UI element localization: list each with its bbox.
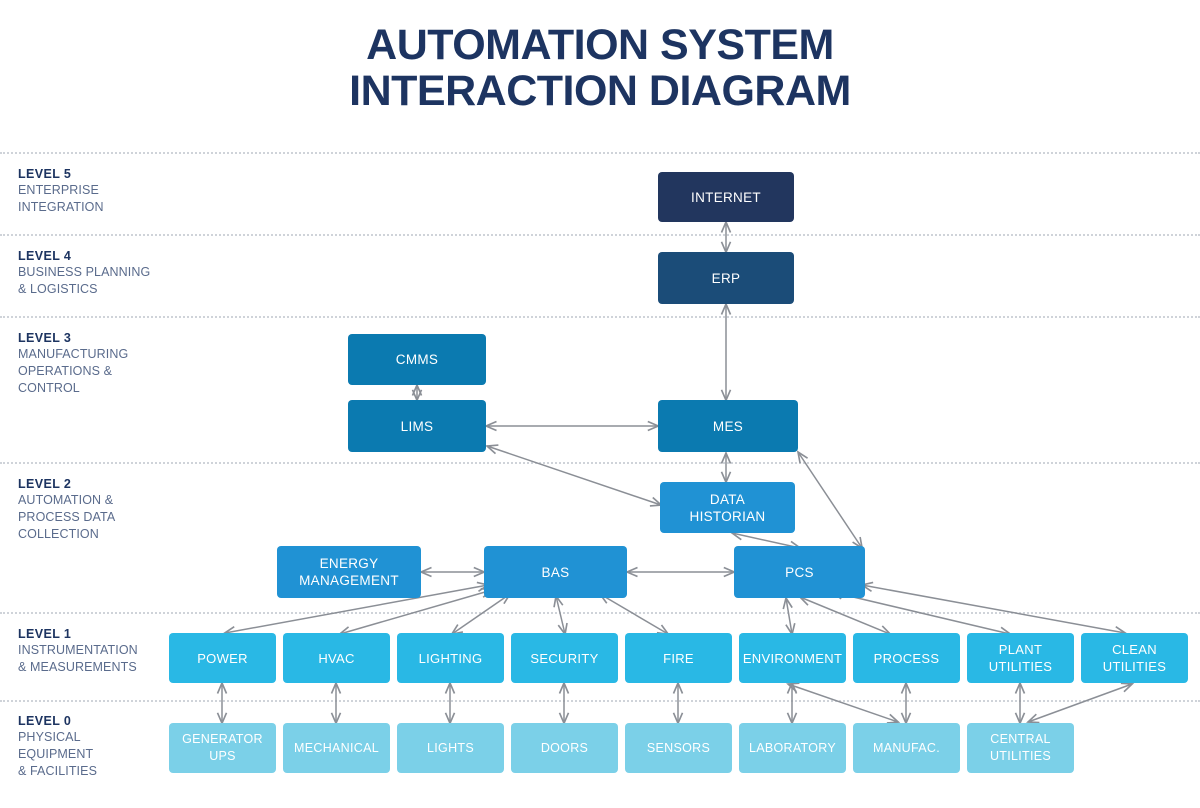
node-data-historian-label-line1: DATA — [709, 491, 746, 507]
node-generator-ups[interactable]: GENERATOR UPS — [169, 723, 276, 773]
level-4-desc-line1: BUSINESS PLANNING — [18, 265, 151, 279]
diagram-canvas: AUTOMATION SYSTEM INTERACTION DIAGRAM LE… — [0, 0, 1200, 808]
node-mechanical[interactable]: MECHANICAL — [283, 723, 390, 773]
node-energy-management-label-line1: ENERGY — [319, 556, 379, 571]
level-1-desc-line2: & MEASUREMENTS — [18, 660, 137, 674]
node-bas-label: BAS — [541, 564, 570, 580]
node-lims-label: LIMS — [400, 418, 434, 434]
level-label-5: LEVEL 5 ENTERPRISE INTEGRATION — [18, 166, 178, 216]
node-pcs-label: PCS — [785, 564, 814, 580]
node-doors-label: DOORS — [540, 740, 589, 755]
node-central-utilities-label-line2: UTILITIES — [989, 749, 1052, 763]
level-1-desc-line1: INSTRUMENTATION — [18, 643, 138, 657]
node-lighting-label: LIGHTING — [418, 650, 483, 666]
node-hvac[interactable]: HVAC — [283, 633, 390, 683]
connection-arrows — [216, 219, 1135, 726]
node-clean-utilities-label-line1: CLEAN — [1112, 642, 1157, 657]
node-laboratory-label: LABORATORY — [748, 740, 837, 755]
node-security-label: SECURITY — [530, 650, 599, 666]
divider-level0-top — [0, 700, 1200, 702]
level-3-desc-line1: MANUFACTURING — [18, 347, 129, 361]
node-lims[interactable]: LIMS — [348, 400, 486, 452]
level-3-title: LEVEL 3 — [18, 331, 72, 345]
level-2-desc-line1: AUTOMATION & — [18, 493, 114, 507]
divider-level3-top — [0, 316, 1200, 318]
level-label-1: LEVEL 1 INSTRUMENTATION & MEASUREMENTS — [18, 626, 178, 676]
node-plant-utilities-label-line2: UTILITIES — [988, 659, 1053, 674]
level-label-0: LEVEL 0 PHYSICAL EQUIPMENT & FACILITIES — [18, 713, 178, 780]
node-pcs[interactable]: PCS — [734, 546, 865, 598]
node-energy-management[interactable]: ENERGY MANAGEMENT — [277, 546, 421, 598]
divider-level5-top — [0, 152, 1200, 154]
node-internet[interactable]: INTERNET — [658, 172, 794, 222]
node-central-utilities[interactable]: CENTRAL UTILITIES — [967, 723, 1074, 773]
page-title: AUTOMATION SYSTEM INTERACTION DIAGRAM — [0, 22, 1200, 114]
divider-level2-top — [0, 462, 1200, 464]
node-power[interactable]: POWER — [169, 633, 276, 683]
title-line-1: AUTOMATION SYSTEM — [366, 21, 834, 69]
node-generator-ups-label-line2: UPS — [209, 749, 236, 763]
node-power-label: POWER — [197, 650, 248, 666]
node-lights[interactable]: LIGHTS — [397, 723, 504, 773]
level-2-desc-line2: PROCESS DATA — [18, 510, 116, 524]
level-5-desc-line1: ENTERPRISE — [18, 183, 99, 197]
node-data-historian-label-line2: HISTORIAN — [689, 508, 766, 524]
node-generator-ups-label-line1: GENERATOR — [182, 732, 263, 746]
node-mes[interactable]: MES — [658, 400, 798, 452]
node-internet-label: INTERNET — [691, 189, 761, 205]
node-process[interactable]: PROCESS — [853, 633, 960, 683]
node-lighting[interactable]: LIGHTING — [397, 633, 504, 683]
node-lights-label: LIGHTS — [427, 740, 474, 755]
node-doors[interactable]: DOORS — [511, 723, 618, 773]
node-clean-utilities-label-line2: UTILITIES — [1102, 659, 1167, 674]
node-plant-utilities[interactable]: PLANT UTILITIES — [967, 633, 1074, 683]
level-0-desc-line1: PHYSICAL — [18, 730, 81, 744]
level-0-desc-line3: & FACILITIES — [18, 764, 98, 778]
node-cmms[interactable]: CMMS — [348, 334, 486, 385]
level-label-3: LEVEL 3 MANUFACTURING OPERATIONS & CONTR… — [18, 330, 178, 397]
level-4-title: LEVEL 4 — [18, 249, 72, 263]
level-5-desc-line2: INTEGRATION — [18, 200, 104, 214]
node-cmms-label: CMMS — [395, 352, 439, 367]
node-data-historian[interactable]: DATA HISTORIAN — [660, 482, 795, 533]
node-mechanical-label: MECHANICAL — [294, 740, 379, 755]
node-security[interactable]: SECURITY — [511, 633, 618, 683]
level-3-desc-line2: OPERATIONS & — [18, 364, 113, 378]
node-fire-label: FIRE — [663, 650, 694, 666]
level-0-desc-line2: EQUIPMENT — [18, 747, 94, 761]
level-4-desc-line2: & LOGISTICS — [18, 282, 98, 296]
node-sensors-label: SENSORS — [646, 740, 711, 755]
node-manufac[interactable]: MANUFAC. — [853, 723, 960, 773]
node-sensors[interactable]: SENSORS — [625, 723, 732, 773]
node-fire[interactable]: FIRE — [625, 633, 732, 683]
level-1-title: LEVEL 1 — [18, 627, 72, 641]
node-laboratory[interactable]: LABORATORY — [739, 723, 846, 773]
node-manufac-label: MANUFAC. — [873, 740, 940, 755]
divider-level4-top — [0, 234, 1200, 236]
node-environment[interactable]: ENVIRONMENT — [739, 633, 846, 683]
node-central-utilities-label-line1: CENTRAL — [990, 732, 1051, 746]
node-clean-utilities[interactable]: CLEAN UTILITIES — [1081, 633, 1188, 683]
divider-level1-top — [0, 612, 1200, 614]
node-energy-management-label-line2: MANAGEMENT — [299, 573, 399, 588]
level-2-title: LEVEL 2 — [18, 477, 72, 491]
title-line-2: INTERACTION DIAGRAM — [349, 67, 851, 115]
node-hvac-label: HVAC — [318, 650, 355, 666]
level-5-title: LEVEL 5 — [18, 167, 72, 181]
node-erp[interactable]: ERP — [658, 252, 794, 304]
level-0-title: LEVEL 0 — [18, 714, 72, 728]
node-plant-utilities-label-line1: PLANT — [998, 642, 1043, 657]
level-3-desc-line3: CONTROL — [18, 381, 80, 395]
level-2-desc-line3: COLLECTION — [18, 527, 99, 541]
node-environment-label: ENVIRONMENT — [742, 650, 843, 666]
node-mes-label: MES — [712, 418, 744, 434]
level-label-4: LEVEL 4 BUSINESS PLANNING & LOGISTICS — [18, 248, 178, 298]
node-bas[interactable]: BAS — [484, 546, 627, 598]
node-erp-label: ERP — [711, 270, 741, 286]
node-process-label: PROCESS — [873, 650, 940, 666]
level-label-2: LEVEL 2 AUTOMATION & PROCESS DATA COLLEC… — [18, 476, 178, 543]
